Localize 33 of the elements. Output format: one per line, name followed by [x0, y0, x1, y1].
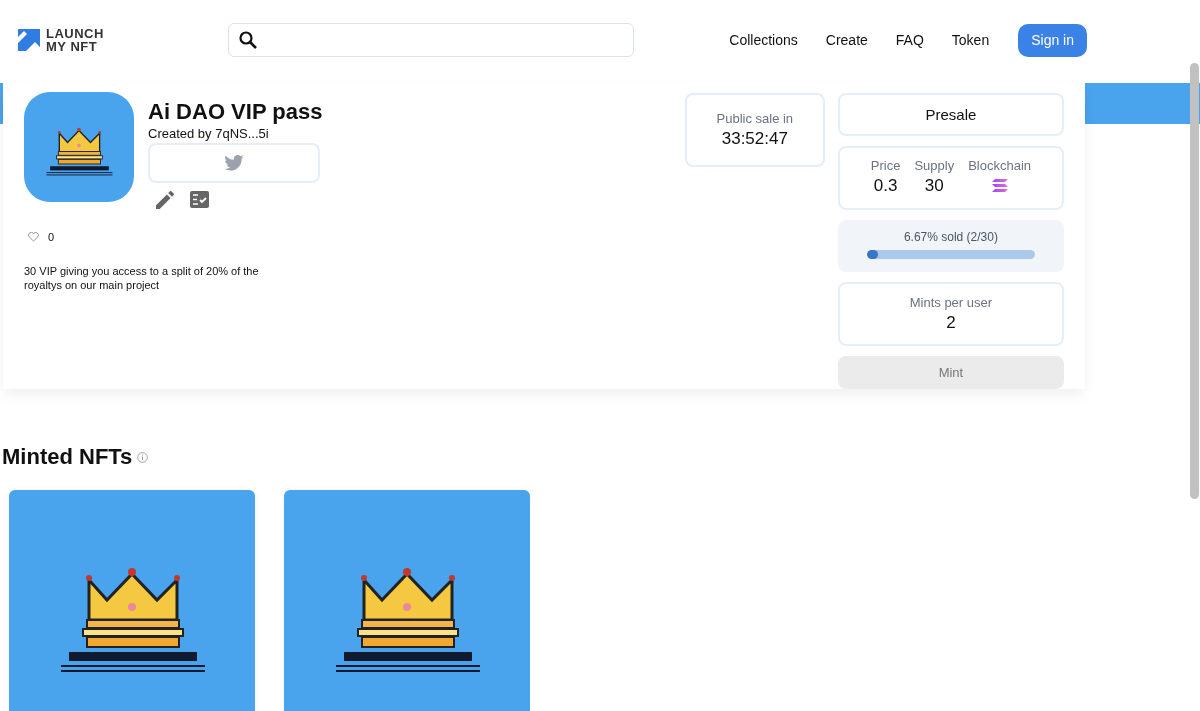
stat-label: Blockchain	[968, 158, 1032, 173]
scrollbar[interactable]	[1190, 63, 1199, 499]
logo-icon	[18, 29, 40, 51]
countdown-value: 33:52:47	[720, 129, 789, 149]
collection-title: Ai DAO VIP pass	[148, 99, 323, 125]
mints-value: 2	[945, 313, 957, 333]
nav-link[interactable]: Create	[825, 32, 868, 48]
countdown-label: Public sale in	[715, 111, 795, 126]
stat-value: 0.3	[873, 176, 898, 196]
description-text: 30 VIP giving you access to a split of 20% of the royaltys on our main project	[24, 264, 260, 292]
stat-value: 30	[924, 176, 944, 196]
blockchain-icon	[991, 179, 1008, 192]
search-icon	[239, 31, 257, 49]
stat-label: Price	[870, 158, 901, 173]
pencil-icon[interactable]	[156, 191, 174, 209]
nav-link[interactable]: Collections	[729, 32, 798, 48]
bird-icon	[224, 155, 244, 171]
creator-text: Created by 7qNS...5i	[148, 126, 270, 141]
sign-in-button[interactable]: Sign in	[1018, 23, 1087, 57]
sale-phase: Presale	[837, 93, 1064, 136]
search-field[interactable]	[228, 23, 634, 57]
nav-link[interactable]: Token	[951, 32, 990, 48]
info-icon[interactable]	[137, 451, 149, 463]
stat-label: Supply	[914, 158, 955, 173]
twitter-button[interactable]	[148, 143, 320, 183]
section-title: Minted NFTs	[2, 444, 133, 470]
like-count: 0	[48, 231, 55, 243]
nav-link[interactable]: FAQ	[895, 32, 924, 48]
progress-text: 6.67% sold (2/30)	[903, 230, 998, 244]
checklist-icon[interactable]	[190, 191, 209, 208]
mints-label: Mints per user	[908, 295, 994, 310]
heart-icon[interactable]	[28, 232, 39, 242]
logo-text[interactable]: LAUNCH MY NFT	[46, 27, 104, 53]
